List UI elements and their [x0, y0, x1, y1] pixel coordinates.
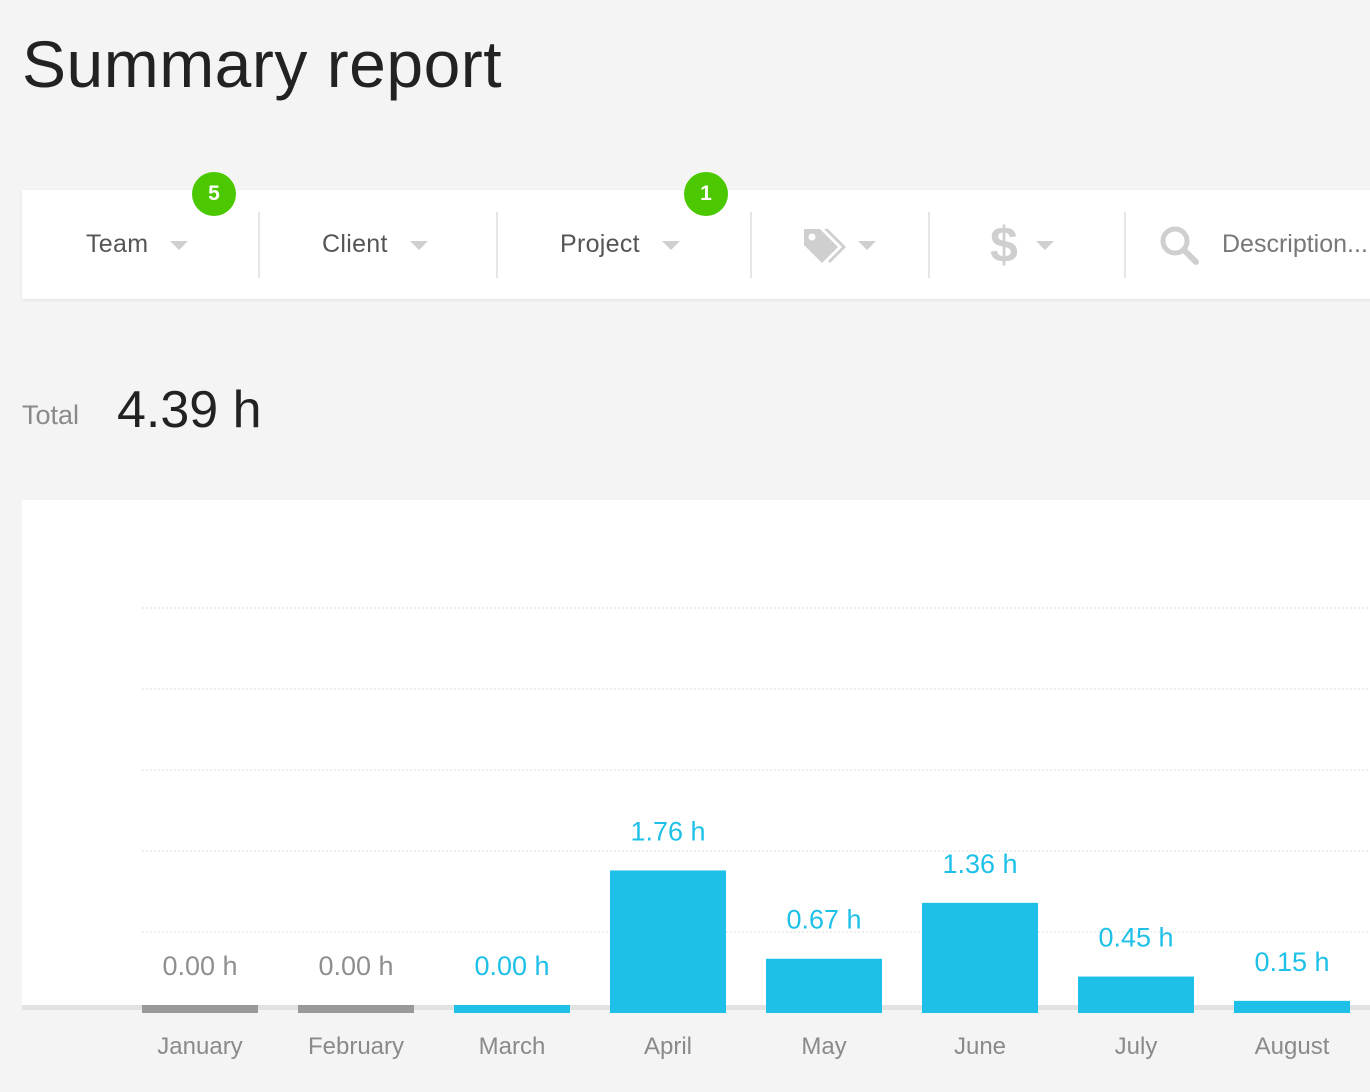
bar-june[interactable] — [922, 902, 1038, 1013]
month-tick-label: April — [644, 1033, 692, 1060]
bar-value-label: 0.67 h — [786, 905, 861, 935]
bar-value-label: 0.00 h — [318, 951, 393, 981]
bar-value-label: 1.36 h — [942, 849, 1017, 879]
bar-value-label: 1.76 h — [630, 816, 705, 846]
bar-july[interactable] — [1078, 976, 1194, 1013]
bar-march[interactable] — [454, 1005, 570, 1013]
bar-may[interactable] — [766, 958, 882, 1013]
month-tick-label: May — [801, 1033, 846, 1060]
month-tick-label: February — [308, 1033, 404, 1060]
month-tick-label: July — [1115, 1033, 1158, 1060]
month-tick-label: January — [157, 1033, 242, 1060]
month-tick-label: March — [479, 1033, 546, 1060]
bar-april[interactable] — [610, 870, 726, 1013]
month-tick-label: August — [1255, 1033, 1330, 1060]
month-tick-label: June — [954, 1033, 1006, 1060]
bar-january[interactable] — [142, 1005, 258, 1013]
bar-value-label: 0.00 h — [474, 951, 549, 981]
bar-february[interactable] — [298, 1005, 414, 1013]
bar-value-label: 0.00 h — [162, 951, 237, 981]
bar-value-label: 0.45 h — [1098, 923, 1173, 953]
bar-value-label: 0.15 h — [1254, 947, 1329, 977]
monthly-hours-chart: 0.00 h January 0.00 h February 0.00 h March 1.… — [22, 607, 1370, 1060]
bar-august[interactable] — [1234, 1000, 1350, 1013]
